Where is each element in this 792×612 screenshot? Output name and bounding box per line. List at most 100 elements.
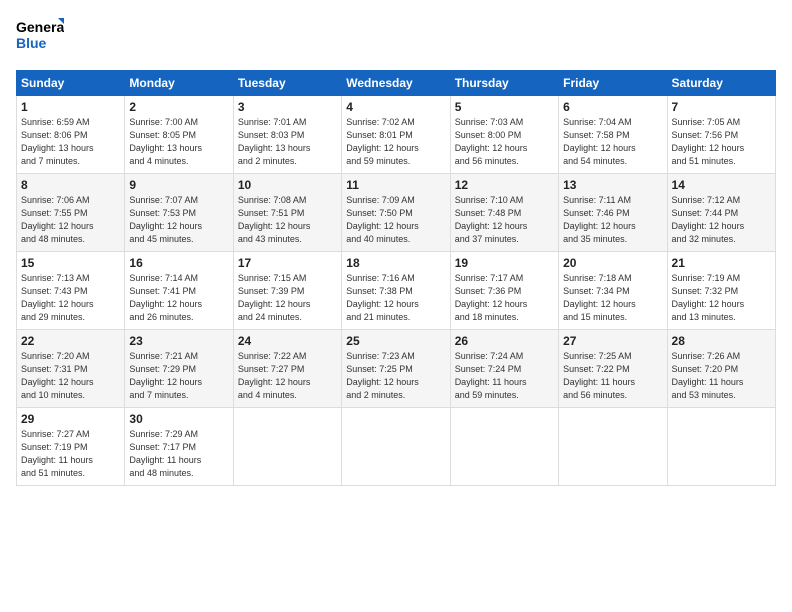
header-cell-monday: Monday [125, 71, 233, 96]
day-info: Sunrise: 7:19 AM Sunset: 7:32 PM Dayligh… [672, 272, 771, 324]
calendar-cell: 28Sunrise: 7:26 AM Sunset: 7:20 PM Dayli… [667, 330, 775, 408]
day-info: Sunrise: 7:06 AM Sunset: 7:55 PM Dayligh… [21, 194, 120, 246]
day-number: 25 [346, 334, 445, 348]
calendar-cell: 4 Sunrise: 7:02 AM Sunset: 8:01 PM Daylig… [342, 96, 450, 174]
day-number: 11 [346, 178, 445, 192]
calendar-cell: 12 Sunrise: 7:10 AM Sunset: 7:48 PM Dayli… [450, 174, 558, 252]
header-cell-friday: Friday [559, 71, 667, 96]
day-number: 24 [238, 334, 337, 348]
day-info: Sunrise: 6:59 AM Sunset: 8:06 PM Dayligh… [21, 116, 120, 168]
day-info: Sunrise: 7:02 AM Sunset: 8:01 PM Dayligh… [346, 116, 445, 168]
calendar-cell: 30 Sunrise: 7:29 AM Sunset: 7:17 PM Dayli… [125, 408, 233, 486]
day-number: 21 [672, 256, 771, 270]
day-number: 3 [238, 100, 337, 114]
day-info: Sunrise: 7:07 AM Sunset: 7:53 PM Dayligh… [129, 194, 228, 246]
logo: General Blue [16, 16, 64, 58]
calendar-cell: 14 Sunrise: 7:12 AM Sunset: 7:44 PM Dayli… [667, 174, 775, 252]
day-number: 28 [672, 334, 771, 348]
calendar-cell: 20 Sunrise: 7:18 AM Sunset: 7:34 PM Dayli… [559, 252, 667, 330]
week-row: 8 Sunrise: 7:06 AM Sunset: 7:55 PM Daylig… [17, 174, 776, 252]
day-number: 13 [563, 178, 662, 192]
day-number: 6 [563, 100, 662, 114]
day-info: Sunrise: 7:01 AM Sunset: 8:03 PM Dayligh… [238, 116, 337, 168]
calendar-cell: 27Sunrise: 7:25 AM Sunset: 7:22 PM Dayli… [559, 330, 667, 408]
calendar-cell: 21 Sunrise: 7:19 AM Sunset: 7:32 PM Dayli… [667, 252, 775, 330]
calendar-header: SundayMondayTuesdayWednesdayThursdayFrid… [17, 71, 776, 96]
calendar-cell: 11 Sunrise: 7:09 AM Sunset: 7:50 PM Dayli… [342, 174, 450, 252]
calendar-cell: 8 Sunrise: 7:06 AM Sunset: 7:55 PM Daylig… [17, 174, 125, 252]
calendar-cell: 24 Sunrise: 7:22 AM Sunset: 7:27 PM Dayli… [233, 330, 341, 408]
day-number: 30 [129, 412, 228, 426]
day-number: 12 [455, 178, 554, 192]
calendar-cell: 10Sunrise: 7:08 AM Sunset: 7:51 PM Dayli… [233, 174, 341, 252]
week-row: 22 Sunrise: 7:20 AM Sunset: 7:31 PM Dayli… [17, 330, 776, 408]
day-info: Sunrise: 7:29 AM Sunset: 7:17 PM Dayligh… [129, 428, 228, 480]
header-cell-tuesday: Tuesday [233, 71, 341, 96]
header-cell-thursday: Thursday [450, 71, 558, 96]
day-number: 10 [238, 178, 337, 192]
day-info: Sunrise: 7:00 AM Sunset: 8:05 PM Dayligh… [129, 116, 228, 168]
day-number: 29 [21, 412, 120, 426]
day-number: 18 [346, 256, 445, 270]
page-header: General Blue [16, 16, 776, 58]
calendar-cell: 22 Sunrise: 7:20 AM Sunset: 7:31 PM Dayli… [17, 330, 125, 408]
calendar-cell: 7Sunrise: 7:05 AM Sunset: 7:56 PM Daylig… [667, 96, 775, 174]
day-info: Sunrise: 7:14 AM Sunset: 7:41 PM Dayligh… [129, 272, 228, 324]
week-row: 29 Sunrise: 7:27 AM Sunset: 7:19 PM Dayli… [17, 408, 776, 486]
day-info: Sunrise: 7:23 AM Sunset: 7:25 PM Dayligh… [346, 350, 445, 402]
svg-text:General: General [16, 19, 64, 35]
calendar-cell: 9Sunrise: 7:07 AM Sunset: 7:53 PM Daylig… [125, 174, 233, 252]
day-number: 17 [238, 256, 337, 270]
day-info: Sunrise: 7:10 AM Sunset: 7:48 PM Dayligh… [455, 194, 554, 246]
calendar-cell: 1 Sunrise: 6:59 AM Sunset: 8:06 PM Daylig… [17, 96, 125, 174]
day-info: Sunrise: 7:12 AM Sunset: 7:44 PM Dayligh… [672, 194, 771, 246]
day-number: 14 [672, 178, 771, 192]
day-number: 4 [346, 100, 445, 114]
calendar-cell: 18 Sunrise: 7:16 AM Sunset: 7:38 PM Dayli… [342, 252, 450, 330]
day-info: Sunrise: 7:16 AM Sunset: 7:38 PM Dayligh… [346, 272, 445, 324]
header-cell-saturday: Saturday [667, 71, 775, 96]
day-info: Sunrise: 7:18 AM Sunset: 7:34 PM Dayligh… [563, 272, 662, 324]
header-cell-wednesday: Wednesday [342, 71, 450, 96]
header-cell-sunday: Sunday [17, 71, 125, 96]
day-info: Sunrise: 7:11 AM Sunset: 7:46 PM Dayligh… [563, 194, 662, 246]
day-info: Sunrise: 7:21 AM Sunset: 7:29 PM Dayligh… [129, 350, 228, 402]
calendar-cell [450, 408, 558, 486]
calendar-cell: 2 Sunrise: 7:00 AM Sunset: 8:05 PM Daylig… [125, 96, 233, 174]
day-info: Sunrise: 7:20 AM Sunset: 7:31 PM Dayligh… [21, 350, 120, 402]
calendar-cell: 15 Sunrise: 7:13 AM Sunset: 7:43 PM Dayli… [17, 252, 125, 330]
day-info: Sunrise: 7:13 AM Sunset: 7:43 PM Dayligh… [21, 272, 120, 324]
calendar-cell: 5 Sunrise: 7:03 AM Sunset: 8:00 PM Daylig… [450, 96, 558, 174]
calendar-cell [233, 408, 341, 486]
day-number: 1 [21, 100, 120, 114]
day-number: 16 [129, 256, 228, 270]
calendar-cell: 26Sunrise: 7:24 AM Sunset: 7:24 PM Dayli… [450, 330, 558, 408]
day-info: Sunrise: 7:25 AM Sunset: 7:22 PM Dayligh… [563, 350, 662, 402]
calendar-cell: 3 Sunrise: 7:01 AM Sunset: 8:03 PM Daylig… [233, 96, 341, 174]
calendar-cell: 25 Sunrise: 7:23 AM Sunset: 7:25 PM Dayli… [342, 330, 450, 408]
day-number: 5 [455, 100, 554, 114]
day-number: 22 [21, 334, 120, 348]
day-info: Sunrise: 7:17 AM Sunset: 7:36 PM Dayligh… [455, 272, 554, 324]
day-info: Sunrise: 7:09 AM Sunset: 7:50 PM Dayligh… [346, 194, 445, 246]
day-info: Sunrise: 7:22 AM Sunset: 7:27 PM Dayligh… [238, 350, 337, 402]
day-number: 15 [21, 256, 120, 270]
day-number: 19 [455, 256, 554, 270]
day-info: Sunrise: 7:05 AM Sunset: 7:56 PM Dayligh… [672, 116, 771, 168]
week-row: 1 Sunrise: 6:59 AM Sunset: 8:06 PM Daylig… [17, 96, 776, 174]
day-number: 2 [129, 100, 228, 114]
day-info: Sunrise: 7:03 AM Sunset: 8:00 PM Dayligh… [455, 116, 554, 168]
header-row: SundayMondayTuesdayWednesdayThursdayFrid… [17, 71, 776, 96]
calendar-cell: 23Sunrise: 7:21 AM Sunset: 7:29 PM Dayli… [125, 330, 233, 408]
calendar-table: SundayMondayTuesdayWednesdayThursdayFrid… [16, 70, 776, 486]
day-info: Sunrise: 7:27 AM Sunset: 7:19 PM Dayligh… [21, 428, 120, 480]
day-info: Sunrise: 7:04 AM Sunset: 7:58 PM Dayligh… [563, 116, 662, 168]
day-number: 8 [21, 178, 120, 192]
calendar-cell: 13 Sunrise: 7:11 AM Sunset: 7:46 PM Dayli… [559, 174, 667, 252]
calendar-cell: 6 Sunrise: 7:04 AM Sunset: 7:58 PM Daylig… [559, 96, 667, 174]
calendar-body: 1 Sunrise: 6:59 AM Sunset: 8:06 PM Daylig… [17, 96, 776, 486]
day-number: 20 [563, 256, 662, 270]
day-number: 26 [455, 334, 554, 348]
calendar-cell [342, 408, 450, 486]
week-row: 15 Sunrise: 7:13 AM Sunset: 7:43 PM Dayli… [17, 252, 776, 330]
